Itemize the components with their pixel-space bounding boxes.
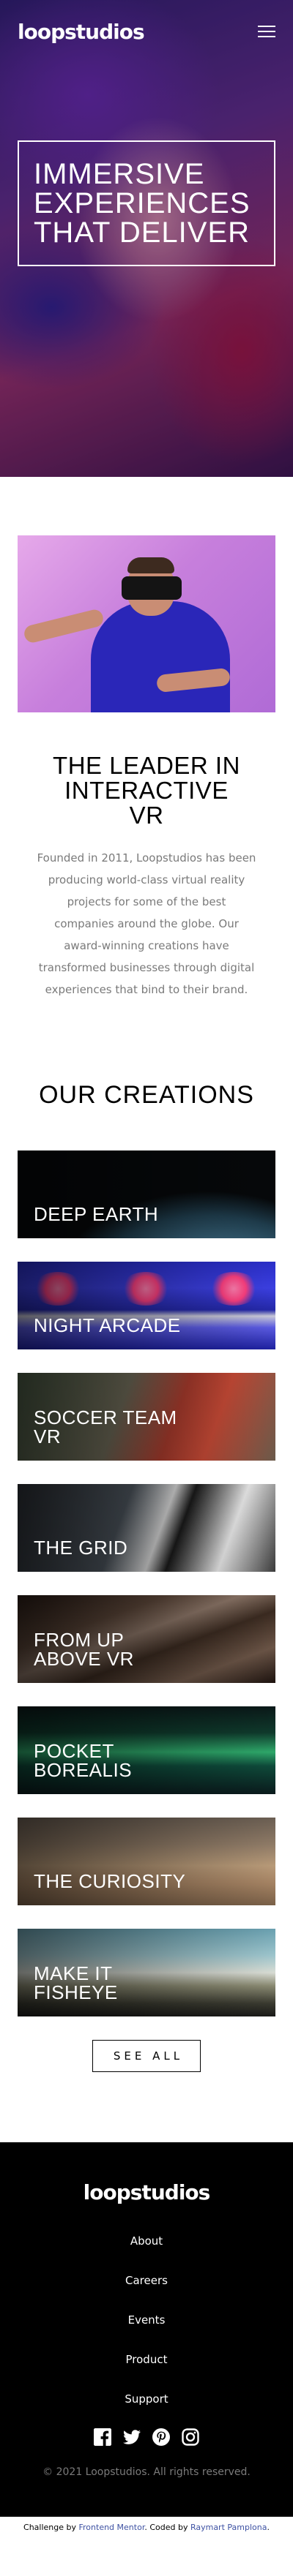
creation-card-title: Deep earth bbox=[34, 1205, 158, 1224]
hamburger-line bbox=[258, 31, 275, 32]
hamburger-line bbox=[258, 26, 275, 27]
card-title-line: Make it bbox=[34, 1962, 113, 1984]
twitter-icon[interactable] bbox=[123, 2428, 141, 2446]
card-title-line: Night arcade bbox=[34, 1314, 181, 1336]
creation-card-title: Make it fisheye bbox=[34, 1964, 118, 2002]
hamburger-line bbox=[258, 36, 275, 37]
creation-card-title: The curiosity bbox=[34, 1872, 185, 1891]
creation-card-pocket-borealis[interactable]: Pocket borealis bbox=[18, 1706, 275, 1794]
interactive-title-line-3: VR bbox=[129, 802, 164, 829]
interactive-section: The leader in interactive VR Founded in … bbox=[0, 477, 293, 1001]
attribution-suffix: . bbox=[267, 2523, 270, 2532]
arm-shape bbox=[22, 608, 105, 644]
interactive-title-line-1: The leader in bbox=[53, 752, 240, 779]
arcade-light bbox=[120, 1272, 171, 1306]
shirt-shape bbox=[91, 601, 230, 712]
creation-card-title: Night arcade bbox=[34, 1316, 181, 1335]
hero-headline-line-3: that deliver bbox=[34, 216, 251, 249]
interactive-title: The leader in interactive VR bbox=[18, 753, 275, 828]
description-line: award-winning creations have bbox=[64, 939, 229, 952]
footer-link-about[interactable]: About bbox=[130, 2231, 163, 2251]
description-line: transformed businesses through digital bbox=[38, 961, 255, 974]
card-title-line: The grid bbox=[34, 1537, 128, 1559]
description-line: companies around the globe. Our bbox=[54, 917, 239, 930]
description-line: experiences that bind to their brand. bbox=[45, 983, 248, 996]
creation-card-title: The grid bbox=[34, 1538, 127, 1557]
description-line: Founded in 2011, Loopstudios has been bbox=[37, 851, 256, 865]
creation-card-soccer-team-vr[interactable]: Soccer team VR bbox=[18, 1373, 275, 1461]
hero-headline-line-2: experiences bbox=[34, 187, 251, 219]
creation-card-from-up-above-vr[interactable]: From up above VR bbox=[18, 1595, 275, 1683]
card-title-line: The curiosity bbox=[34, 1870, 186, 1892]
footer-nav: About Careers Events Product Support bbox=[0, 2231, 293, 2409]
interactive-description: Founded in 2011, Loopstudios has been pr… bbox=[18, 847, 275, 1001]
creation-card-title: Soccer team VR bbox=[34, 1408, 177, 1446]
vr-man-image bbox=[18, 535, 275, 712]
creation-card-make-it-fisheye[interactable]: Make it fisheye bbox=[18, 1929, 275, 2016]
creation-card-title: From up above VR bbox=[34, 1630, 134, 1668]
card-title-line: Deep earth bbox=[34, 1203, 159, 1225]
card-title-line: From up bbox=[34, 1629, 125, 1651]
description-line: projects for some of the best bbox=[67, 895, 226, 908]
creation-card-the-curiosity[interactable]: The curiosity bbox=[18, 1818, 275, 1905]
footer-link-events[interactable]: Events bbox=[128, 2310, 166, 2330]
see-all-button[interactable]: See all bbox=[92, 2040, 201, 2072]
hero-headline-box: Immersive experiences that deliver bbox=[18, 140, 275, 266]
footer-link-careers[interactable]: Careers bbox=[125, 2270, 168, 2291]
site-logo[interactable]: loopstudios bbox=[18, 20, 145, 44]
attribution-middle: . Coded by bbox=[144, 2523, 188, 2532]
facebook-icon[interactable] bbox=[94, 2428, 111, 2446]
attribution-prefix: Challenge by bbox=[23, 2523, 76, 2532]
creations-section: Our creations Deep earth Night arcade So… bbox=[0, 1001, 293, 2072]
footer-logo[interactable]: loopstudios bbox=[0, 2180, 293, 2204]
pinterest-icon[interactable] bbox=[152, 2428, 170, 2446]
vr-headset-shape bbox=[122, 576, 182, 600]
instagram-icon[interactable] bbox=[182, 2428, 199, 2446]
card-title-line: Soccer team bbox=[34, 1406, 177, 1428]
card-title-line: VR bbox=[34, 1426, 62, 1447]
author-link[interactable]: Raymart Pamplona bbox=[190, 2523, 267, 2532]
creation-card-title: Pocket borealis bbox=[34, 1741, 132, 1780]
hero-headline-line-1: Immersive bbox=[34, 158, 205, 190]
creation-card-the-grid[interactable]: The grid bbox=[18, 1484, 275, 1572]
card-title-line: Pocket bbox=[34, 1740, 114, 1762]
social-links bbox=[0, 2428, 293, 2446]
hero-section: loopstudios Immersive experiences that d… bbox=[0, 0, 293, 477]
creation-card-night-arcade[interactable]: Night arcade bbox=[18, 1262, 275, 1349]
card-title-line: borealis bbox=[34, 1759, 133, 1781]
site-footer: loopstudios About Careers Events Product… bbox=[0, 2142, 293, 2517]
card-title-line: above VR bbox=[34, 1648, 134, 1670]
creations-title: Our creations bbox=[39, 1081, 254, 1109]
copyright-text: © 2021 Loopstudios. All rights reserved. bbox=[42, 2466, 251, 2478]
attribution: Challenge by Frontend Mentor. Coded by R… bbox=[0, 2517, 293, 2539]
footer-link-support[interactable]: Support bbox=[125, 2389, 168, 2409]
arcade-light bbox=[32, 1272, 84, 1306]
top-nav: loopstudios bbox=[18, 19, 275, 44]
hamburger-menu-icon[interactable] bbox=[258, 26, 275, 37]
description-line: producing world-class virtual reality bbox=[48, 873, 245, 886]
hair-shape bbox=[127, 557, 174, 573]
card-title-line: fisheye bbox=[34, 1981, 118, 2003]
creation-card-deep-earth[interactable]: Deep earth bbox=[18, 1150, 275, 1238]
footer-link-product[interactable]: Product bbox=[126, 2349, 168, 2370]
frontend-mentor-link[interactable]: Frontend Mentor bbox=[79, 2523, 145, 2532]
arcade-light bbox=[208, 1272, 259, 1306]
interactive-title-line-2: interactive bbox=[64, 777, 229, 804]
creations-list: Deep earth Night arcade Soccer team VR T… bbox=[18, 1150, 275, 2016]
